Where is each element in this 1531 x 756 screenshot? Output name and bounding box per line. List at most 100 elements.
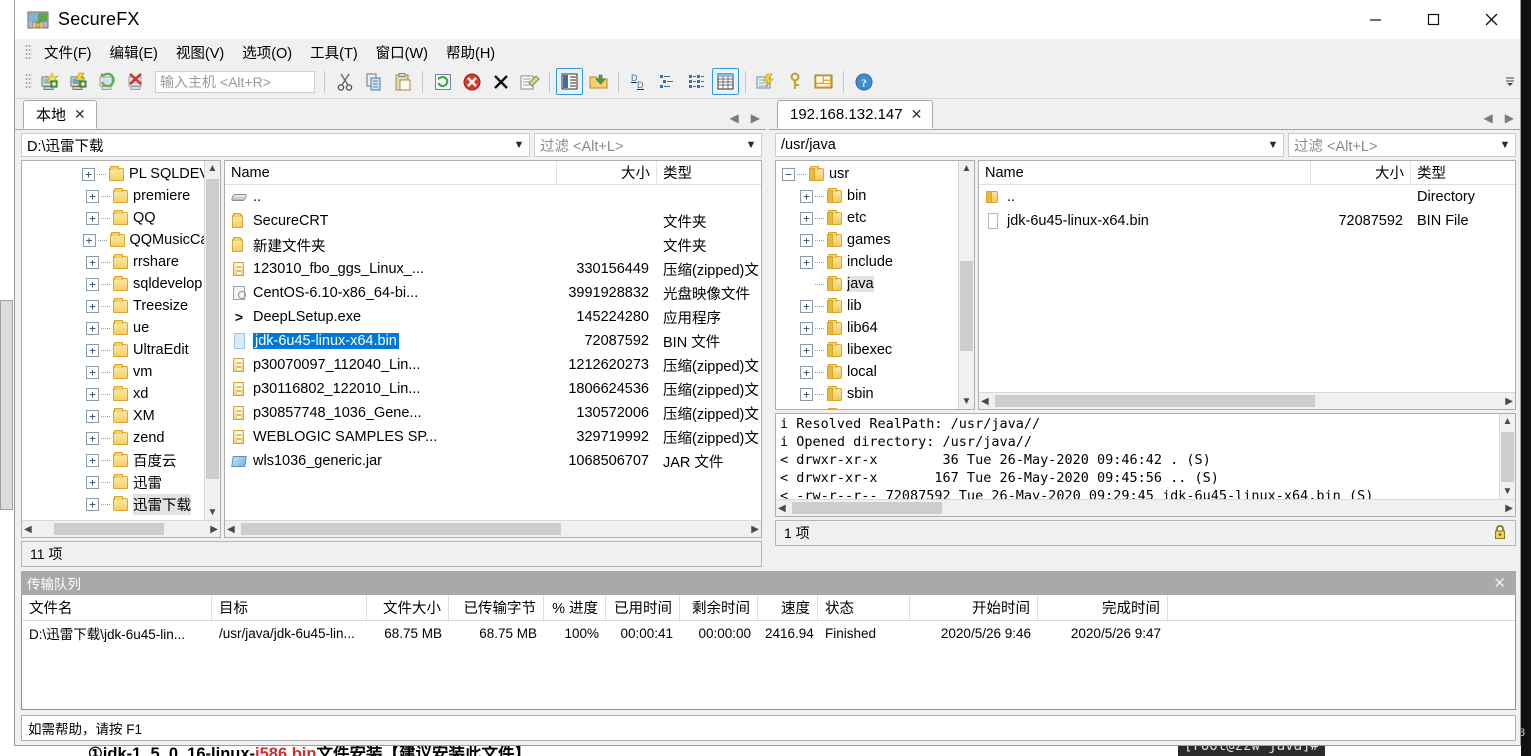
remote-col-size[interactable]: 大小 [1311, 160, 1411, 185]
tree-node[interactable]: + libexec [776, 339, 958, 361]
scroll-left-icon[interactable]: ◀ [981, 396, 989, 407]
menu-help[interactable]: 帮助(H) [437, 39, 504, 66]
chevron-down-icon[interactable]: ▼ [509, 139, 529, 151]
remote-filter-combo[interactable]: 过滤 <Alt+L> ▼ [1288, 133, 1516, 157]
file-row[interactable]: CentOS-6.10-x86_64-bi... 3991928832 光盘映像文件 [225, 281, 761, 305]
toolbar-drag-grip[interactable] [25, 73, 32, 90]
tree-node[interactable]: + rrshare [22, 251, 204, 273]
tree-node[interactable]: + UltraEdit [22, 339, 204, 361]
tree-node[interactable]: + Treesize [22, 295, 204, 317]
tree-expander-icon[interactable]: + [800, 321, 813, 335]
tree-node[interactable]: + QQ [22, 207, 204, 229]
view-large-icons-icon[interactable]: D D [625, 68, 652, 95]
scroll-up-icon[interactable]: ▲ [1503, 416, 1513, 427]
local-col-size[interactable]: 大小 [557, 160, 657, 185]
tree-expander-icon[interactable]: + [800, 255, 813, 269]
queue-column-header[interactable]: 开始时间 [910, 594, 1038, 621]
local-list-body[interactable]: .. SecureCRT 文件夹 新建文件夹 文件夹 123010_fbo_ggs_Lin… [225, 185, 761, 520]
file-row[interactable]: p30116802_122010_Lin... 1806624536 压缩(zipp… [225, 377, 761, 401]
tree-expander-icon[interactable]: + [800, 387, 813, 401]
file-row[interactable]: SecureCRT 文件夹 [225, 209, 761, 233]
tree-expander-icon[interactable]: + [86, 387, 99, 401]
tree-expander-icon[interactable]: + [86, 299, 99, 313]
tree-expander-icon[interactable]: + [86, 211, 99, 225]
local-list-hscrollbar[interactable]: ◀ ▶ [225, 520, 761, 537]
tab-local[interactable]: 本地 ✕ [23, 100, 97, 129]
queue-column-header[interactable]: 目标 [212, 594, 367, 621]
menu-view[interactable]: 视图(V) [167, 39, 233, 66]
tree-node[interactable]: + PL SQLDEV [22, 163, 204, 185]
menu-drag-grip[interactable] [25, 43, 32, 61]
transfer-queue-rows[interactable]: D:\迅雷下载\jdk-6u45-lin... /usr/java/jdk-6u4… [22, 621, 1515, 645]
tree-expander-icon[interactable]: + [82, 167, 96, 181]
scroll-left-icon[interactable]: ◀ [24, 524, 32, 535]
file-row[interactable]: 新建文件夹 文件夹 [225, 233, 761, 257]
maximize-button[interactable] [1404, 0, 1462, 39]
minimize-button[interactable] [1346, 0, 1404, 39]
queue-column-header[interactable]: 状态 [818, 594, 910, 621]
tree-expander-icon[interactable]: + [800, 211, 813, 225]
file-row[interactable]: 123010_fbo_ggs_Linux_... 330156449 压缩(zipp… [225, 257, 761, 281]
chevron-down-icon[interactable]: ▼ [741, 139, 761, 151]
file-row[interactable]: jdk-6u45-linux-x64.bin 72087592 BIN File [979, 209, 1515, 233]
scroll-right-icon[interactable]: ▶ [1505, 503, 1513, 514]
tree-node[interactable]: − usr [776, 163, 958, 185]
tree-expander-icon[interactable]: + [86, 343, 99, 357]
dual-pane-icon[interactable] [556, 68, 583, 95]
remote-tab-prev-icon[interactable]: ◀ [1484, 111, 1493, 125]
remote-tree-items[interactable]: − usr + bin + etc + games + include java + lib + lib64… [776, 161, 958, 409]
queue-column-header[interactable]: 已传输字节 [449, 594, 544, 621]
queue-column-header[interactable]: 文件大小 [367, 594, 449, 621]
open-folder-icon[interactable] [585, 68, 612, 95]
local-col-name[interactable]: Name [225, 160, 557, 185]
tree-expander-icon[interactable]: + [86, 189, 99, 203]
file-row[interactable]: wls1036_generic.jar 1068506707 JAR 文件 [225, 449, 761, 473]
tree-node[interactable]: + XM [22, 405, 204, 427]
tree-node[interactable]: +share [776, 405, 958, 409]
menu-file[interactable]: 文件(F) [35, 39, 101, 66]
paste-icon[interactable] [389, 68, 416, 95]
local-tree-items[interactable]: + PL SQLDEV + premiere + QQ + QQMusicCa + rrshare… [22, 161, 204, 520]
log-vscrollbar[interactable]: ▲ ▼ [1499, 414, 1515, 499]
tree-node[interactable]: + 百度云 [22, 449, 204, 471]
tree-node[interactable]: + zend [22, 427, 204, 449]
tree-expander-icon[interactable]: + [86, 475, 99, 489]
remote-col-type[interactable]: 类型 [1411, 161, 1515, 185]
tree-expander-icon[interactable]: + [800, 189, 813, 203]
tree-node[interactable]: + games [776, 229, 958, 251]
help-icon[interactable]: ? [850, 68, 877, 95]
tree-node[interactable]: + sbin [776, 383, 958, 405]
tree-node[interactable]: + 迅雷下载 [22, 493, 204, 515]
connect-sftp-icon[interactable] [65, 68, 92, 95]
tree-node[interactable]: + 迅雷 [22, 471, 204, 493]
close-button[interactable] [1462, 0, 1520, 39]
tree-expander-icon[interactable]: + [800, 299, 813, 313]
tree-expander-icon[interactable]: + [86, 365, 99, 379]
tree-node[interactable]: + include [776, 251, 958, 273]
menu-tools[interactable]: 工具(T) [301, 39, 367, 66]
remote-list-body[interactable]: .. Directory jdk-6u45-linux-x64.bin 7208759… [979, 185, 1515, 392]
tree-expander-icon[interactable]: + [86, 497, 99, 511]
tree-expander-icon[interactable]: + [800, 233, 813, 247]
tree-expander-icon[interactable]: + [86, 409, 99, 423]
transfer-queue-icon[interactable] [752, 68, 779, 95]
copy-icon[interactable] [360, 68, 387, 95]
queue-row[interactable]: D:\迅雷下载\jdk-6u45-lin... /usr/java/jdk-6u4… [22, 621, 1515, 645]
scroll-right-icon[interactable]: ▶ [210, 524, 218, 535]
tab-local-close-icon[interactable]: ✕ [74, 106, 86, 123]
file-row[interactable]: > DeepLSetup.exe 145224280 应用程序 [225, 305, 761, 329]
scroll-left-icon[interactable]: ◀ [227, 524, 235, 535]
log-hscrollbar[interactable]: ◀ ▶ [776, 499, 1515, 516]
local-path-combo[interactable]: D:\迅雷下载 ▼ [21, 133, 530, 157]
tree-node[interactable]: + bin [776, 185, 958, 207]
scroll-right-icon[interactable]: ▶ [751, 524, 759, 535]
tree-expander-icon[interactable]: − [782, 167, 795, 181]
session-manager-icon[interactable] [810, 68, 837, 95]
view-small-icons-icon[interactable] [654, 68, 681, 95]
tree-node[interactable]: + local [776, 361, 958, 383]
stop-icon[interactable] [458, 68, 485, 95]
delete-icon[interactable] [487, 68, 514, 95]
scroll-up-icon[interactable]: ▲ [208, 163, 218, 174]
menu-edit[interactable]: 编辑(E) [101, 39, 167, 66]
local-col-type[interactable]: 类型 [657, 161, 761, 185]
